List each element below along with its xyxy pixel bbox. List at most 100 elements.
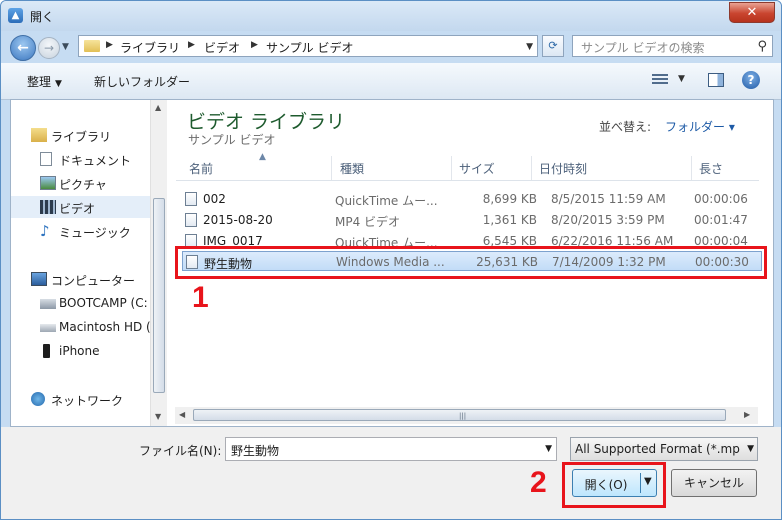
column-name[interactable]: 名前	[189, 160, 213, 177]
filename-label: ファイル名(N):	[139, 444, 222, 458]
window-title: 開く	[30, 10, 55, 24]
nav-item-macintosh-hd[interactable]: Macintosh HD (	[11, 316, 151, 338]
search-icon[interactable]: ⚲	[757, 39, 767, 54]
sort-ascending-icon: ▲	[259, 152, 266, 162]
highlight-box-selected-file	[175, 246, 767, 279]
horizontal-scrollbar[interactable]: ◀ ||| ▶	[175, 407, 758, 424]
organize-label: 整理	[27, 75, 52, 89]
drive-icon	[40, 324, 56, 332]
scrollbar-thumb[interactable]: |||	[193, 409, 726, 421]
file-length: 00:00:06	[694, 192, 748, 206]
search-input[interactable]: サンプル ビデオの検索 ⚲	[572, 35, 773, 57]
preview-pane-icon[interactable]	[708, 73, 724, 87]
scrollbar-thumb[interactable]	[153, 198, 165, 393]
chevron-down-icon[interactable]: ▼	[545, 444, 552, 454]
nav-item-music[interactable]: ♪ ミュージック	[11, 220, 150, 242]
filter-value: All Supported Format (*.mp	[575, 442, 740, 456]
file-name: 2015-08-20	[203, 213, 273, 227]
chevron-right-icon[interactable]: ▶	[251, 40, 258, 50]
file-row[interactable]: 002 QuickTime ムー... 8,699 KB 8/5/2015 11…	[182, 189, 762, 209]
filename-value: 野生動物	[231, 444, 280, 458]
chevron-right-icon[interactable]: ▶	[188, 40, 195, 50]
address-row: ← → ▼ ▶ ライブラリ ▶ ビデオ ▶ サンプル ビデオ ▼ ⟳ サンプル …	[1, 31, 781, 63]
nav-item-label: BOOTCAMP (C:	[59, 296, 148, 310]
scroll-down-icon[interactable]: ▼	[155, 412, 161, 421]
chevron-down-icon: ▼	[55, 79, 62, 89]
nav-item-label: ライブラリ	[51, 130, 112, 144]
column-length[interactable]: 長さ	[699, 160, 723, 177]
step-number-1: 1	[192, 281, 209, 314]
file-type: MP4 ビデオ	[335, 215, 401, 229]
library-subtitle: サンプル ビデオ	[188, 133, 276, 147]
view-options-icon[interactable]	[652, 74, 668, 86]
pictures-icon	[40, 176, 56, 190]
highlight-box-open-button	[562, 462, 666, 508]
close-button[interactable]: ✕	[729, 2, 775, 23]
nav-item-bootcamp[interactable]: BOOTCAMP (C:	[11, 292, 150, 314]
file-size: 8,699 KB	[482, 192, 537, 206]
scroll-right-icon[interactable]: ▶	[744, 410, 750, 419]
nav-item-computer[interactable]: コンピューター	[11, 268, 150, 290]
back-button[interactable]: ←	[10, 35, 36, 61]
column-date[interactable]: 日付時刻	[539, 160, 587, 177]
drive-icon	[40, 299, 56, 309]
file-type-filter[interactable]: All Supported Format (*.mp ▼	[570, 437, 758, 461]
nav-item-libraries[interactable]: ライブラリ	[11, 124, 150, 146]
nav-item-pictures[interactable]: ピクチャ	[11, 172, 150, 194]
nav-item-video[interactable]: ビデオ	[11, 196, 150, 218]
arrange-by-label: 並べ替え:	[599, 120, 652, 134]
library-title: ビデオ ライブラリ	[187, 111, 346, 133]
column-size[interactable]: サイズ	[459, 160, 495, 177]
help-icon[interactable]: ?	[742, 71, 760, 89]
folder-icon	[84, 40, 100, 52]
nav-item-network[interactable]: ネットワーク	[11, 388, 150, 410]
filename-field[interactable]: 野生動物 ▼	[225, 437, 557, 461]
nav-item-iphone[interactable]: iPhone	[11, 340, 150, 362]
command-bar: 整理 ▼ 新しいフォルダー ▼ ?	[1, 63, 781, 100]
scroll-left-icon[interactable]: ◀	[179, 410, 185, 419]
grip-icon: |||	[459, 412, 467, 420]
network-icon	[31, 392, 45, 406]
cancel-button[interactable]: キャンセル	[671, 469, 757, 497]
arrange-by-dropdown[interactable]: フォルダー ▾	[665, 118, 735, 135]
breadcrumb-libraries[interactable]: ライブラリ	[120, 39, 180, 56]
forward-button[interactable]: →	[38, 37, 60, 59]
title-bar: ▲ 開く ✕	[1, 1, 781, 31]
library-icon	[31, 128, 47, 142]
column-type[interactable]: 種類	[340, 160, 364, 177]
file-date: 8/20/2015 3:59 PM	[551, 213, 665, 227]
file-date: 8/5/2015 11:59 AM	[551, 192, 666, 206]
column-header: ▲ 名前 種類 サイズ 日付時刻 長さ	[176, 152, 759, 181]
video-file-icon	[185, 192, 197, 206]
search-placeholder: サンプル ビデオの検索	[581, 41, 705, 55]
computer-icon	[31, 272, 47, 286]
address-bar[interactable]: ▶ ライブラリ ▶ ビデオ ▶ サンプル ビデオ ▼	[78, 35, 538, 57]
music-icon: ♪	[40, 222, 50, 240]
phone-icon	[43, 344, 50, 358]
open-dialog: ▲ 開く ✕ ← → ▼ ▶ ライブラリ ▶ ビデオ ▶ サンプル ビデオ ▼ …	[0, 0, 782, 520]
organize-menu[interactable]: 整理 ▼	[27, 73, 62, 90]
nav-item-documents[interactable]: ドキュメント	[11, 148, 150, 170]
nav-item-label: ドキュメント	[59, 154, 132, 168]
nav-item-label: ミュージック	[59, 226, 131, 240]
file-size: 1,361 KB	[482, 213, 537, 227]
navigation-scrollbar[interactable]: ▲ ▼	[150, 100, 167, 426]
new-folder-button[interactable]: 新しいフォルダー	[94, 73, 190, 90]
step-number-2: 2	[530, 466, 547, 499]
navigation-pane: ライブラリ ドキュメント ピクチャ ビデオ ♪ ミュージック コンピューター B…	[11, 100, 151, 426]
video-file-icon	[185, 213, 197, 227]
file-name: 002	[203, 192, 226, 206]
scroll-up-icon[interactable]: ▲	[155, 103, 161, 112]
nav-item-label: コンピューター	[51, 274, 136, 288]
nav-item-label: iPhone	[59, 344, 100, 358]
app-icon: ▲	[8, 8, 23, 23]
video-icon	[40, 200, 56, 214]
recent-pages-dropdown[interactable]: ▼	[62, 42, 69, 52]
file-row[interactable]: 2015-08-20 MP4 ビデオ 1,361 KB 8/20/2015 3:…	[182, 210, 762, 230]
breadcrumb-sample-video[interactable]: サンプル ビデオ	[266, 39, 353, 56]
address-dropdown[interactable]: ▼	[526, 42, 533, 52]
breadcrumb-video[interactable]: ビデオ	[204, 39, 240, 56]
refresh-button[interactable]: ⟳	[542, 35, 564, 57]
chevron-right-icon[interactable]: ▶	[106, 40, 113, 50]
chevron-down-icon[interactable]: ▼	[678, 74, 685, 84]
